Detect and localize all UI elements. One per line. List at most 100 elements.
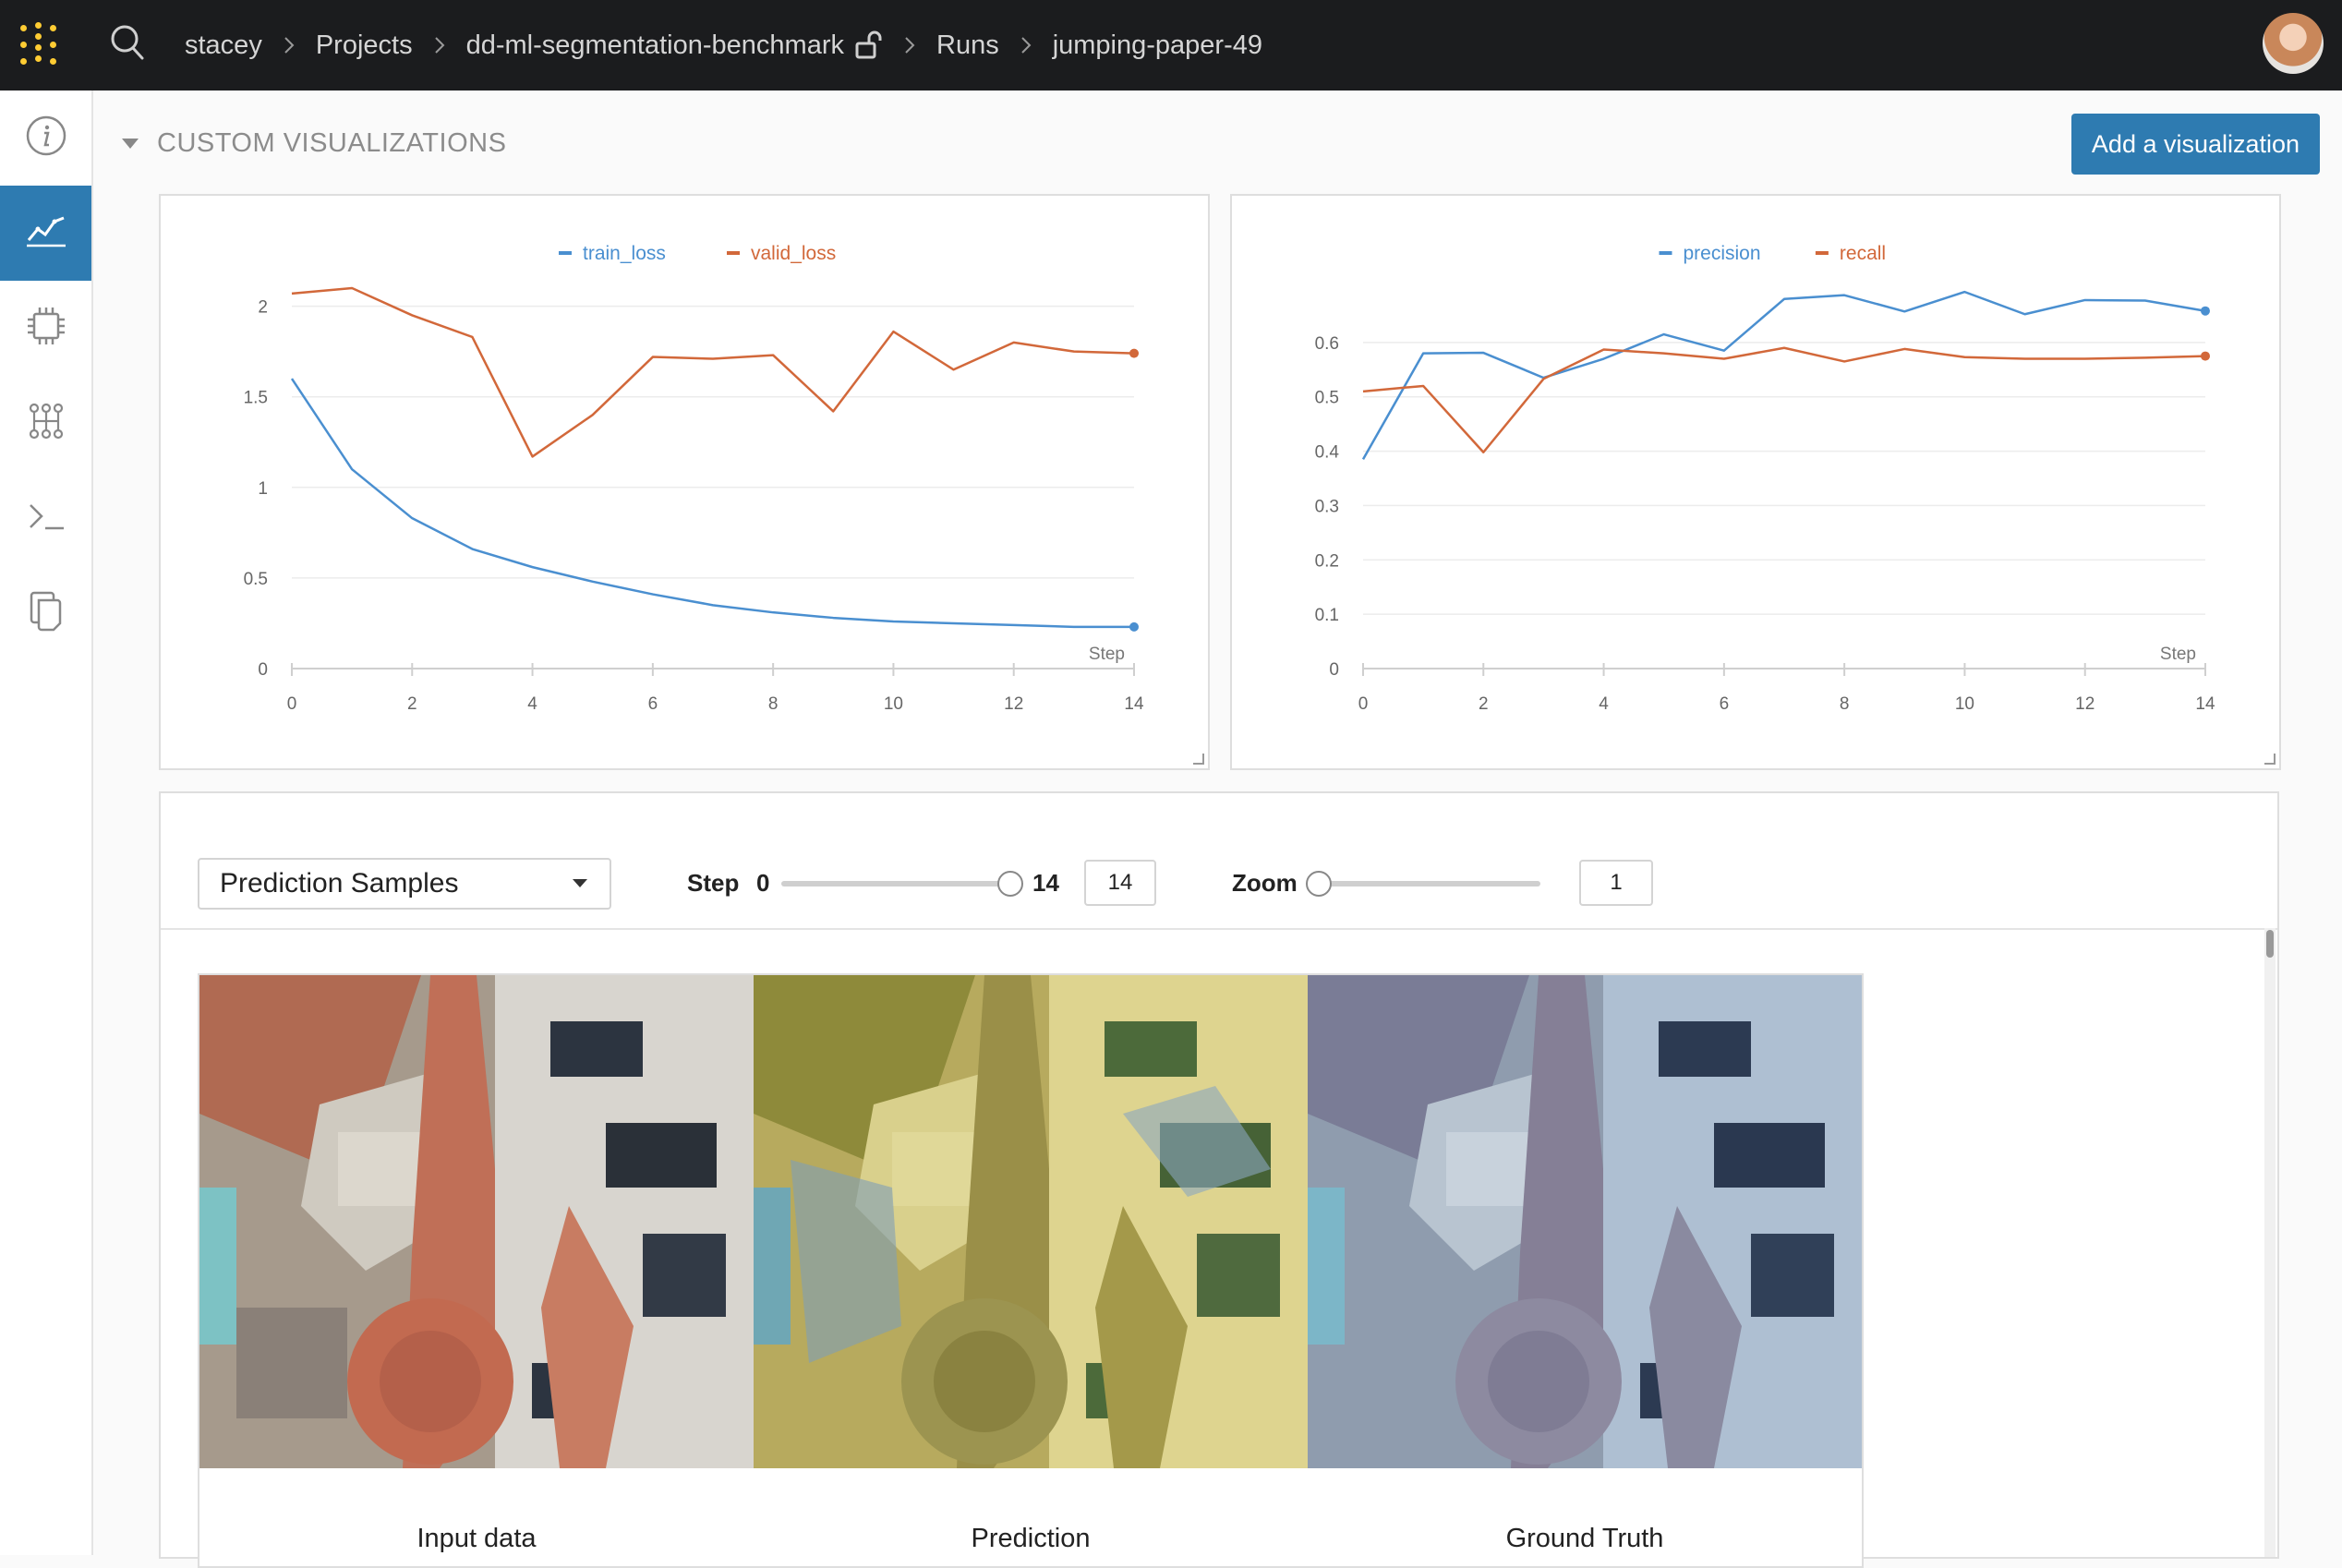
sidebar-item-overview[interactable] (0, 90, 91, 186)
series-line-precision[interactable] (1361, 290, 2206, 461)
legend-label-train_loss[interactable]: train_loss (583, 243, 666, 264)
sidebar-item-system[interactable] (0, 281, 91, 376)
caption-input: Input data (416, 1524, 537, 1553)
y-tick-label: 0 (1329, 660, 1339, 680)
scrollbar-thumb[interactable] (2266, 930, 2274, 958)
legend-label-precision[interactable]: precision (1684, 243, 1761, 264)
top-bar: stacey Projects dd-ml-segmentation-bench… (0, 0, 2342, 90)
x-tick-label: 0 (287, 694, 297, 714)
zoom-slider-track[interactable] (1319, 881, 1540, 887)
breadcrumb-project[interactable]: dd-ml-segmentation-benchmark (466, 30, 844, 61)
series-end-point[interactable] (2201, 351, 2210, 361)
section-title: CUSTOM VISUALIZATIONS (157, 127, 507, 158)
breadcrumb-projects[interactable]: Projects (316, 30, 413, 61)
caption-ground-truth: Ground Truth (1505, 1524, 1664, 1553)
wandb-logo-icon[interactable] (20, 22, 70, 68)
step-value-input[interactable]: 14 (1084, 860, 1156, 906)
y-tick-label: 0.6 (1315, 334, 1339, 354)
step-slider-handle[interactable] (997, 871, 1023, 897)
x-tick-label: 8 (1840, 694, 1850, 714)
y-tick-label: 2 (258, 298, 268, 318)
files-icon (26, 589, 66, 638)
series-line-valid_loss[interactable] (291, 286, 1135, 458)
media-key-select-value: Prediction Samples (220, 868, 459, 899)
series-line-train_loss[interactable] (290, 378, 1134, 629)
zoom-label: Zoom (1232, 869, 1298, 897)
x-axis-label: Step (1089, 645, 1125, 664)
sample-card: Input data Prediction Ground Truth (198, 973, 1864, 1568)
x-tick-label: 4 (527, 694, 537, 714)
x-tick-label: 0 (1358, 694, 1369, 714)
step-min-label: 0 (756, 869, 770, 897)
input-image[interactable] (199, 975, 754, 1468)
y-tick-label: 0.5 (244, 570, 268, 589)
breadcrumb-user[interactable]: stacey (185, 30, 262, 61)
media-key-select[interactable]: Prediction Samples (198, 858, 611, 910)
chart-panel-metrics[interactable]: 0 0.1 0.2 0.3 0.4 0.5 0.6 0 2 4 6 8 10 12 14 Step precis… (1230, 194, 2281, 770)
x-tick-label: 14 (1124, 694, 1144, 714)
sidebar-item-files[interactable] (0, 566, 91, 661)
series-end-point[interactable] (1129, 621, 1139, 632)
chevron-right-icon (433, 35, 446, 55)
add-visualization-button[interactable]: Add a visualization (2071, 114, 2320, 175)
unlocked-icon[interactable] (855, 30, 883, 60)
sidebar-item-charts[interactable] (0, 186, 91, 281)
step-label: Step (687, 869, 740, 897)
x-tick-label: 6 (1720, 694, 1730, 714)
resize-handle-icon[interactable] (2264, 754, 2276, 765)
x-tick-label: 12 (1004, 694, 1023, 714)
chevron-down-icon (573, 879, 587, 887)
x-tick-label: 12 (2075, 694, 2095, 714)
x-tick-label: 10 (1955, 694, 1974, 714)
collapse-caret-icon[interactable] (122, 138, 139, 149)
step-max-label: 14 (1032, 869, 1059, 897)
x-axis-label: Step (2160, 645, 2196, 664)
zoom-slider-handle[interactable] (1306, 871, 1332, 897)
loss-chart: 0 0.5 1 1.5 2 0 2 4 6 8 10 12 14 Step train_loss valid_… (244, 243, 1144, 714)
breadcrumb-run[interactable]: jumping-paper-49 (1053, 30, 1262, 61)
chart-panel-loss[interactable]: 0 0.5 1 1.5 2 0 2 4 6 8 10 12 14 Step train_loss valid_… (159, 194, 1210, 770)
sidebar (0, 90, 93, 1555)
precision-recall-chart: 0 0.1 0.2 0.3 0.4 0.5 0.6 0 2 4 6 8 10 12 14 Step precis… (1315, 243, 2215, 714)
resize-handle-icon[interactable] (1193, 754, 1204, 765)
sidebar-item-model[interactable] (0, 376, 91, 471)
search-icon[interactable] (109, 23, 146, 66)
ground-truth-image[interactable] (1308, 975, 1862, 1468)
x-tick-label: 14 (2195, 694, 2215, 714)
breadcrumb: stacey Projects dd-ml-segmentation-bench… (185, 0, 1262, 90)
step-slider-track[interactable] (781, 881, 1010, 887)
section-header[interactable]: CUSTOM VISUALIZATIONS (122, 125, 506, 162)
y-tick-label: 0.1 (1315, 606, 1339, 625)
chart-icon (25, 212, 67, 254)
y-tick-label: 0 (258, 660, 268, 680)
legend-label-valid_loss[interactable]: valid_loss (751, 243, 836, 264)
x-tick-label: 2 (1479, 694, 1489, 714)
chevron-right-icon (903, 35, 916, 55)
legend-label-recall[interactable]: recall (1840, 243, 1886, 264)
zoom-value-input[interactable]: 1 (1579, 860, 1653, 906)
y-tick-label: 0.4 (1315, 443, 1340, 463)
x-tick-label: 10 (884, 694, 903, 714)
chevron-right-icon (1020, 35, 1032, 55)
chip-icon (24, 304, 68, 353)
model-graph-icon (25, 401, 67, 446)
info-icon (25, 115, 67, 162)
divider (161, 928, 2277, 930)
x-tick-label: 4 (1599, 694, 1609, 714)
y-tick-label: 0.2 (1315, 551, 1339, 571)
x-tick-label: 8 (768, 694, 779, 714)
series-end-point[interactable] (2201, 306, 2210, 316)
avatar[interactable] (2263, 13, 2324, 74)
sidebar-item-logs[interactable] (0, 471, 91, 566)
chevron-right-icon (283, 35, 296, 55)
series-end-point[interactable] (1129, 348, 1139, 358)
y-tick-label: 0.3 (1315, 497, 1339, 516)
breadcrumb-runs[interactable]: Runs (936, 30, 999, 61)
scrollbar[interactable] (2264, 928, 2276, 1557)
series-line-recall[interactable] (1362, 346, 2206, 453)
x-tick-label: 2 (407, 694, 417, 714)
terminal-icon (25, 498, 67, 539)
y-tick-label: 0.5 (1315, 389, 1339, 408)
y-tick-label: 1.5 (244, 389, 268, 408)
prediction-image[interactable] (754, 975, 1308, 1468)
